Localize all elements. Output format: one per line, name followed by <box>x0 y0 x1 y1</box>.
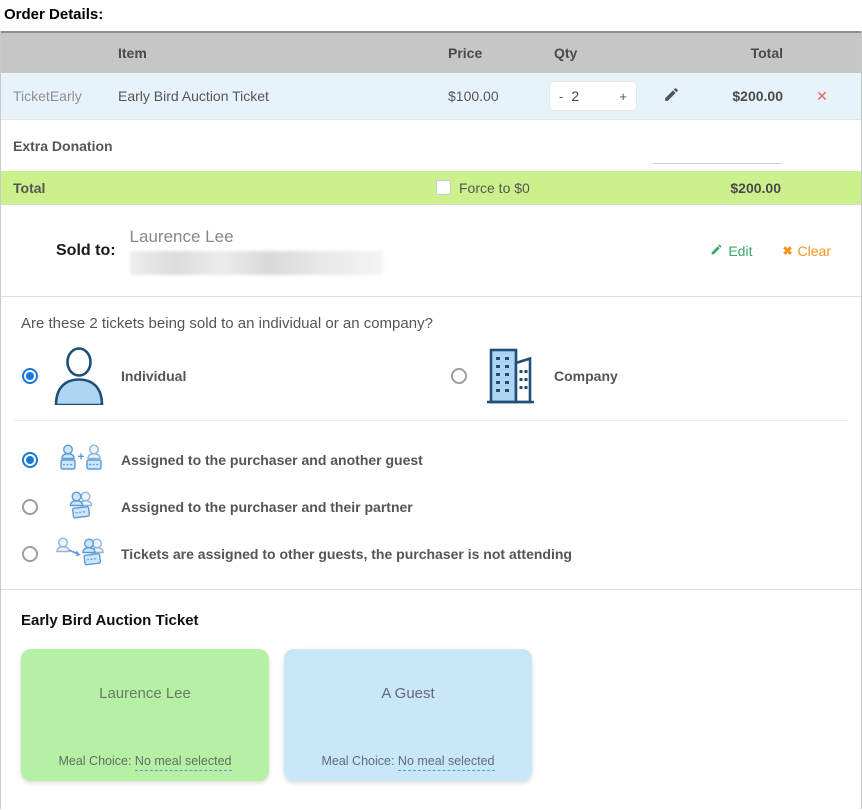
assignment-option-purchaser-and-partner[interactable]: Assigned to the purchaser and their part… <box>1 483 861 530</box>
order-total-row: Total Force to $0 $200.00 <box>1 171 861 205</box>
purchaser-plus-guest-icon: + <box>53 443 109 477</box>
couple-ticket-icon <box>53 490 109 524</box>
extra-donation-row: Extra Donation <box>1 120 861 171</box>
table-row-ticket: TicketEarly Early Bird Auction Ticket $1… <box>1 73 861 120</box>
assignment-option-purchaser-and-guest[interactable]: + Assigned to the purchaser and another … <box>1 436 861 483</box>
page-title: Order Details: <box>0 0 862 31</box>
company-icon <box>482 348 538 404</box>
meal-choice-link[interactable]: No meal selected <box>135 754 232 771</box>
force-to-zero-checkbox[interactable] <box>436 180 451 195</box>
ticket-sku: TicketEarly <box>1 88 106 104</box>
svg-text:+: + <box>77 449 84 463</box>
person-icon <box>53 347 105 405</box>
sold-to-label: Sold to: <box>56 242 116 260</box>
remove-x-icon: ✕ <box>816 88 828 104</box>
ticket-guests-section: Early Bird Auction Ticket Laurence Lee M… <box>1 590 861 809</box>
header-item: Item <box>106 45 441 61</box>
assignment-radio-1[interactable] <box>22 452 38 468</box>
assignment-radio-2[interactable] <box>22 499 38 515</box>
individual-radio[interactable] <box>22 368 38 384</box>
meal-choice-label: Meal Choice: <box>321 754 394 768</box>
ticket-price: $100.00 <box>441 88 541 104</box>
edit-button-label: Edit <box>728 243 752 259</box>
assignment-radio-3[interactable] <box>22 546 38 562</box>
qty-decrement-button[interactable]: - <box>559 89 563 104</box>
purchaser-name: Laurence Lee <box>130 227 383 247</box>
guest-card-guest[interactable]: A Guest Meal Choice: No meal selected <box>284 649 532 781</box>
clear-button-label: Clear <box>798 243 831 259</box>
meal-choice-label: Meal Choice: <box>58 754 131 768</box>
individual-label: Individual <box>121 368 186 384</box>
qty-value[interactable]: 2 <box>571 88 579 104</box>
purchaser-type-section: Are these 2 tickets being sold to an ind… <box>1 297 861 421</box>
company-label: Company <box>554 368 618 384</box>
force-to-zero-label[interactable]: Force to $0 <box>459 180 530 196</box>
quantity-stepper[interactable]: - 2 + <box>549 81 637 111</box>
extra-donation-label: Extra Donation <box>13 138 113 154</box>
ticket-line-total: $200.00 <box>694 88 783 104</box>
header-qty: Qty <box>541 45 694 61</box>
assignment-label-1: Assigned to the purchaser and another gu… <box>121 452 423 468</box>
header-price: Price <box>441 45 541 61</box>
company-option[interactable]: Company <box>451 348 618 404</box>
company-radio[interactable] <box>451 368 467 384</box>
ticket-type-title: Early Bird Auction Ticket <box>21 612 841 629</box>
clear-x-icon: ✖ <box>782 244 792 258</box>
ticket-item-name: Early Bird Auction Ticket <box>106 88 441 104</box>
assignment-label-2: Assigned to the purchaser and their part… <box>121 499 413 515</box>
assignment-label-3: Tickets are assigned to other guests, th… <box>121 546 572 562</box>
purchaser-type-question: Are these 2 tickets being sold to an ind… <box>1 315 861 332</box>
order-table-header: Item Price Qty Total <box>1 31 861 73</box>
redacted-address <box>130 251 383 275</box>
qty-increment-button[interactable]: + <box>619 89 627 104</box>
extra-donation-input[interactable] <box>653 142 781 164</box>
order-details-panel: Item Price Qty Total TicketEarly Early B… <box>0 31 862 809</box>
guest-name: A Guest <box>381 685 434 702</box>
order-total-amount: $200.00 <box>730 180 861 196</box>
assignment-section: + Assigned to the purchaser and another … <box>1 421 861 590</box>
guest-name: Laurence Lee <box>99 685 191 702</box>
clear-purchaser-button[interactable]: ✖ Clear <box>782 243 831 259</box>
assignment-option-other-guests[interactable]: Tickets are assigned to other guests, th… <box>1 530 861 577</box>
guest-card-purchaser[interactable]: Laurence Lee Meal Choice: No meal select… <box>21 649 269 781</box>
transfer-to-guests-icon <box>53 537 109 571</box>
individual-option[interactable]: Individual <box>22 347 451 405</box>
sold-to-section: Sold to: Laurence Lee Edit ✖ Clear <box>1 205 861 297</box>
remove-item-button[interactable]: ✕ <box>783 88 861 105</box>
edit-qty-button[interactable] <box>649 86 694 106</box>
total-label: Total <box>1 180 436 196</box>
edit-pencil-icon <box>710 243 723 259</box>
pencil-icon <box>663 86 680 106</box>
meal-choice-link[interactable]: No meal selected <box>398 754 495 771</box>
edit-purchaser-button[interactable]: Edit <box>710 243 752 259</box>
header-total: Total <box>694 45 783 61</box>
